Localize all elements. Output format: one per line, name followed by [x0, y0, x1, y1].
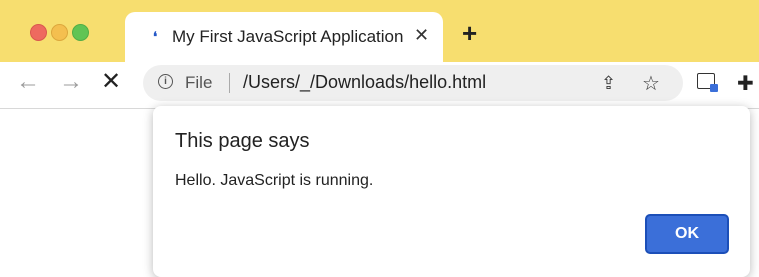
tab-close-icon[interactable]: ✕ [414, 25, 429, 46]
dialog-title: This page says [175, 130, 310, 152]
stop-loading-icon[interactable]: ✕ [101, 70, 121, 94]
new-tab-button[interactable]: + [462, 20, 477, 46]
bookmark-star-icon[interactable]: ☆ [642, 71, 660, 96]
ok-button[interactable]: OK [645, 214, 729, 254]
forward-arrow-icon[interactable]: → [59, 70, 83, 94]
share-icon[interactable]: ⇪ [601, 73, 616, 94]
close-window-button[interactable] [30, 24, 47, 41]
toolbar: ← → ✕ i File /Users/_/Downloads/hello.ht… [0, 62, 759, 109]
tab-title: My First JavaScript Application [172, 27, 404, 46]
minimize-window-button[interactable] [51, 24, 68, 41]
dialog-message: Hello. JavaScript is running. [175, 172, 374, 189]
alert-dialog: This page says Hello. JavaScript is runn… [153, 106, 750, 277]
info-icon[interactable]: i [158, 74, 173, 89]
tab-search-icon[interactable] [697, 73, 718, 92]
address-bar[interactable]: i File /Users/_/Downloads/hello.html ⇪ ☆ [143, 65, 683, 101]
back-arrow-icon[interactable]: ← [16, 70, 40, 94]
address-divider [229, 73, 230, 93]
tab-active[interactable]: ❛ My First JavaScript Application ✕ [125, 12, 443, 62]
extensions-puzzle-icon[interactable]: ✚ [737, 71, 754, 96]
url-text[interactable]: /Users/_/Downloads/hello.html [243, 72, 486, 93]
loading-icon: ❛ [153, 29, 158, 44]
zoom-window-button[interactable] [72, 24, 89, 41]
tab-strip: ❛ My First JavaScript Application ✕ + [0, 0, 759, 62]
scheme-label[interactable]: File [185, 73, 212, 93]
browser-window: ❛ My First JavaScript Application ✕ + ← … [0, 0, 759, 277]
